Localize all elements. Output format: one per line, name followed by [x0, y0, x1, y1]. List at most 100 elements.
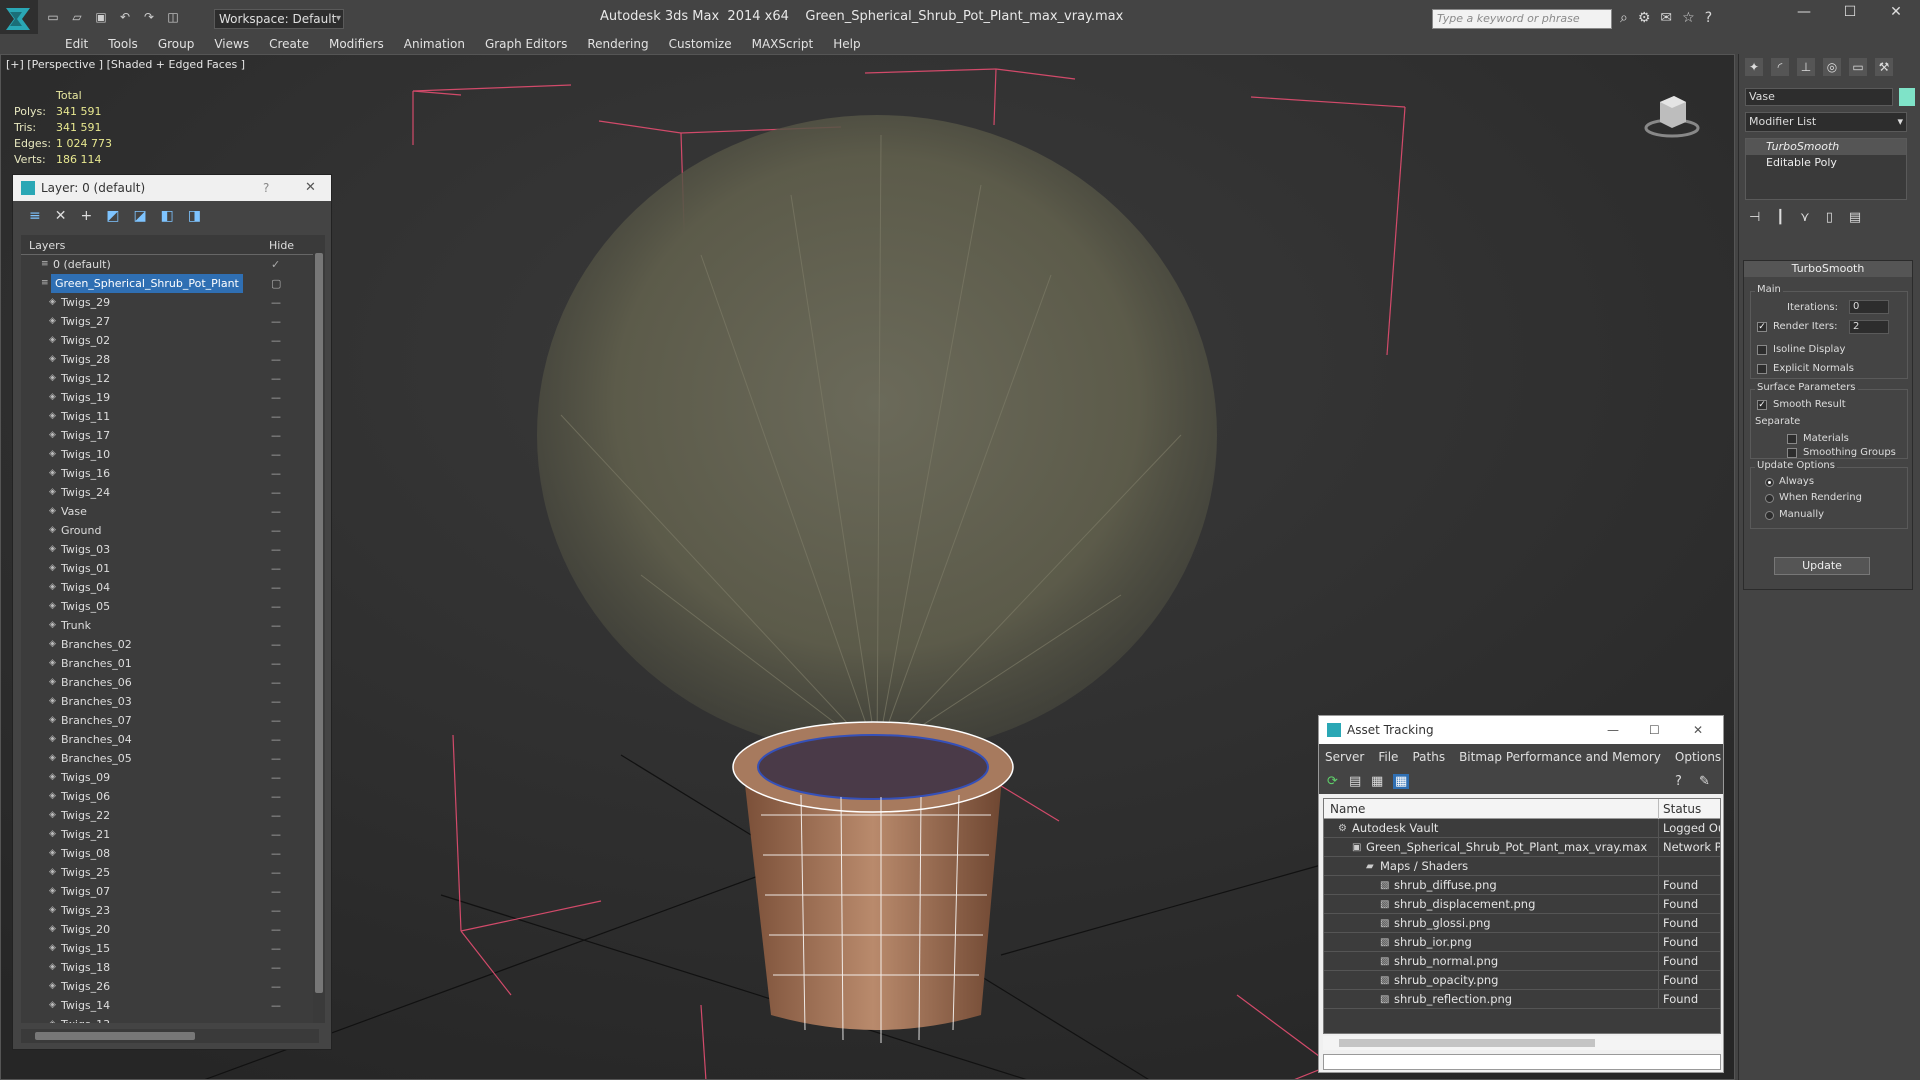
vertical-scrollbar[interactable]	[313, 235, 325, 1023]
make-unique-icon[interactable]: ⋎	[1800, 210, 1810, 225]
horizontal-scrollbar[interactable]	[1323, 1036, 1721, 1050]
hide-toggle[interactable]: ––	[271, 825, 281, 844]
asset-menu-server[interactable]: Server	[1325, 750, 1364, 770]
menu-item-modifiers[interactable]: Modifiers	[319, 34, 394, 54]
hide-toggle[interactable]: ––	[271, 711, 281, 730]
menu-item-animation[interactable]: Animation	[394, 34, 475, 54]
hide-toggle[interactable]: ––	[271, 939, 281, 958]
layer-object-row[interactable]: ◈ Twigs_13 ––	[21, 1015, 319, 1023]
layer-object-row[interactable]: ◈ Branches_01 ––	[21, 654, 319, 673]
layer-object-row[interactable]: ◈ Twigs_27 ––	[21, 312, 319, 331]
layer-object-row[interactable]: ◈ Twigs_02 ––	[21, 331, 319, 350]
asset-menu-file[interactable]: File	[1378, 750, 1398, 770]
hide-toggle[interactable]: ––	[271, 863, 281, 882]
layer-object-row[interactable]: ◈ Branches_05 ––	[21, 749, 319, 768]
asset-row[interactable]: ▧ shrub_reflection.png Found	[1324, 990, 1720, 1009]
asset-menu-options[interactable]: Options	[1675, 750, 1721, 770]
modifier-list-dropdown[interactable]: Modifier List ▾	[1745, 112, 1907, 132]
hide-toggle[interactable]: ▢	[271, 274, 281, 293]
hide-toggle[interactable]: ––	[271, 483, 281, 502]
help-icon[interactable]: ?	[1705, 10, 1712, 26]
favorites-icon[interactable]: ☆	[1682, 10, 1695, 26]
hide-toggle[interactable]: ––	[271, 597, 281, 616]
viewport-label[interactable]: [+] [Perspective ] [Shaded + Edged Faces…	[6, 58, 245, 71]
new-layer-icon[interactable]: ≡	[29, 209, 41, 233]
close-icon[interactable]: ✕	[305, 175, 316, 201]
hide-toggle[interactable]: ––	[271, 521, 281, 540]
manually-radio[interactable]	[1765, 511, 1774, 520]
create-tab-icon[interactable]: ✦	[1745, 58, 1763, 76]
hide-toggle[interactable]: ––	[271, 331, 281, 350]
project-folder-icon[interactable]: ◫	[166, 10, 180, 24]
new-file-icon[interactable]: ▭	[46, 10, 60, 24]
hide-toggle[interactable]: ––	[271, 806, 281, 825]
hide-toggle[interactable]: ––	[271, 844, 281, 863]
menu-item-tools[interactable]: Tools	[98, 34, 148, 54]
menu-item-maxscript[interactable]: MAXScript	[742, 34, 824, 54]
layer-object-row[interactable]: ◈ Ground ––	[21, 521, 319, 540]
hide-toggle[interactable]: ––	[271, 407, 281, 426]
smooth-result-checkbox[interactable]: ✓	[1757, 400, 1767, 410]
hide-toggle[interactable]: ––	[271, 768, 281, 787]
object-color-swatch[interactable]	[1899, 88, 1915, 106]
maximize-icon[interactable]: ☐	[1649, 716, 1660, 744]
list-view-icon[interactable]: ▤	[1349, 774, 1361, 789]
minimize-icon[interactable]: —	[1607, 716, 1619, 744]
hide-toggle[interactable]: ––	[271, 977, 281, 996]
when-rendering-radio[interactable]	[1765, 494, 1774, 503]
close-button[interactable]: ✕	[1876, 4, 1916, 20]
render-iters-spinner[interactable]: 2	[1849, 320, 1889, 334]
undo-icon[interactable]: ↶	[118, 10, 132, 24]
render-iters-checkbox[interactable]: ✓	[1757, 322, 1767, 332]
layer-object-row[interactable]: ◈ Twigs_01 ––	[21, 559, 319, 578]
utilities-tab-icon[interactable]: ⚒	[1875, 58, 1893, 76]
layer-object-row[interactable]: ◈ Twigs_20 ––	[21, 920, 319, 939]
hide-toggle[interactable]: ––	[271, 502, 281, 521]
minimize-button[interactable]: —	[1784, 4, 1824, 20]
search-input[interactable]: Type a keyword or phrase	[1432, 9, 1612, 29]
horizontal-scrollbar[interactable]	[21, 1029, 319, 1043]
asset-menu-paths[interactable]: Paths	[1412, 750, 1445, 770]
open-file-icon[interactable]: ▱	[70, 10, 84, 24]
asset-row[interactable]: ▧ shrub_glossi.png Found	[1324, 914, 1720, 933]
hide-toggle[interactable]: ––	[271, 445, 281, 464]
col-hide[interactable]: Hide	[269, 239, 294, 252]
asset-row[interactable]: ▧ shrub_diffuse.png Found	[1324, 876, 1720, 895]
help-icon[interactable]: ?	[1675, 774, 1682, 789]
layer-object-row[interactable]: ◈ Branches_07 ––	[21, 711, 319, 730]
modifier-stack[interactable]: TurboSmooth Editable Poly	[1745, 138, 1907, 200]
hide-toggle[interactable]: ––	[271, 293, 281, 312]
col-name[interactable]: Name	[1330, 799, 1365, 819]
hide-toggle[interactable]: ––	[271, 920, 281, 939]
layer-object-row[interactable]: ◈ Twigs_14 ––	[21, 996, 319, 1015]
hide-toggle[interactable]: ––	[271, 787, 281, 806]
asset-row[interactable]: ▧ shrub_displacement.png Found	[1324, 895, 1720, 914]
layer-list[interactable]: ≡ 0 (default) ✓ ≡ Green_Spherical_Shrub_Pot_…	[21, 255, 319, 1023]
layer-object-row[interactable]: ◈ Twigs_19 ––	[21, 388, 319, 407]
hide-toggle[interactable]: ––	[271, 958, 281, 977]
layer-object-row[interactable]: ◈ Twigs_09 ––	[21, 768, 319, 787]
menu-item-graph-editors[interactable]: Graph Editors	[475, 34, 577, 54]
app-logo[interactable]	[0, 0, 38, 38]
delete-layer-icon[interactable]: ✕	[55, 209, 67, 233]
hide-all-icon[interactable]: ◧	[161, 209, 174, 233]
subscription-icon[interactable]: ⚙	[1638, 10, 1651, 26]
menu-item-rendering[interactable]: Rendering	[577, 34, 658, 54]
stack-item-turbosmooth[interactable]: TurboSmooth	[1746, 139, 1906, 155]
col-layers[interactable]: Layers	[29, 239, 65, 252]
modify-tab-icon[interactable]: ◜	[1771, 58, 1789, 76]
materials-checkbox[interactable]	[1787, 434, 1797, 444]
asset-row[interactable]: ▣ Green_Spherical_Shrub_Pot_Plant_max_vra…	[1324, 838, 1720, 857]
hide-toggle[interactable]: ––	[271, 749, 281, 768]
hide-toggle[interactable]: ––	[271, 1015, 281, 1023]
iterations-spinner[interactable]: 0	[1849, 300, 1889, 314]
rollout-title[interactable]: TurboSmooth	[1744, 261, 1912, 277]
hide-toggle[interactable]: ––	[271, 464, 281, 483]
layer-object-row[interactable]: ◈ Vase ––	[21, 502, 319, 521]
layer-object-row[interactable]: ◈ Twigs_12 ––	[21, 369, 319, 388]
always-radio[interactable]	[1765, 478, 1774, 487]
layer-object-row[interactable]: ◈ Twigs_17 ––	[21, 426, 319, 445]
layer-window-titlebar[interactable]: Layer: 0 (default) ? ✕	[13, 175, 331, 201]
layer-row[interactable]: ≡ Green_Spherical_Shrub_Pot_Plant ▢	[21, 274, 319, 293]
layer-object-row[interactable]: ◈ Twigs_06 ––	[21, 787, 319, 806]
